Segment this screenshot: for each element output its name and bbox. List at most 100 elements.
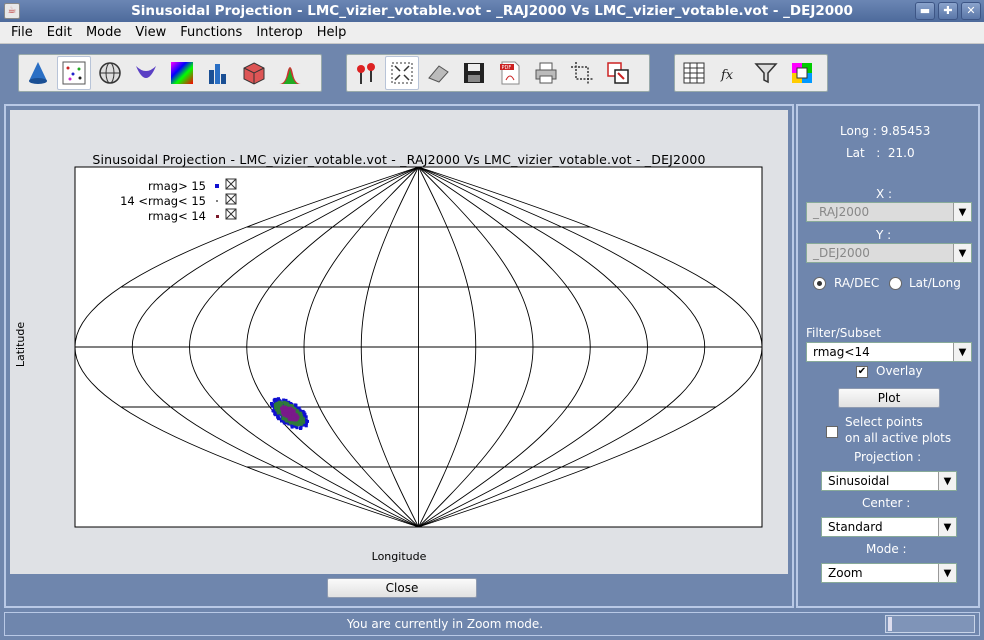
save-icon[interactable]: [457, 56, 491, 90]
projection-select[interactable]: Sinusoidal ▼: [821, 471, 957, 491]
title-bar[interactable]: ☕ Sinusoidal Projection - LMC_vizier_vot…: [0, 0, 984, 22]
distribution-icon[interactable]: [273, 56, 307, 90]
y-label: Y :: [876, 228, 892, 242]
filter-label: Filter/Subset: [806, 326, 881, 340]
filter-icon[interactable]: [749, 56, 783, 90]
mode-select[interactable]: Zoom ▼: [821, 563, 957, 583]
cube-icon[interactable]: [237, 56, 271, 90]
plot-area[interactable]: Sinusoidal Projection - LMC_vizier_votab…: [10, 110, 788, 574]
data-point: [288, 412, 292, 416]
data-point: [283, 401, 287, 405]
radio-radec-label[interactable]: RA/DEC: [834, 276, 879, 290]
scatter-plot-icon[interactable]: [57, 56, 91, 90]
pin-icon[interactable]: [349, 56, 383, 90]
cone-icon[interactable]: [21, 56, 55, 90]
status-progress: [885, 615, 975, 633]
close-bar: Close: [10, 576, 788, 604]
fit-to-window-icon[interactable]: [385, 56, 419, 90]
maximize-icon[interactable]: ✚: [938, 2, 958, 20]
settings-panel: Long : 9.85453 Lat : 21.0 X : _RAJ2000 ▼ …: [796, 104, 980, 608]
radio-latlong-label[interactable]: Lat/Long: [909, 276, 961, 290]
crop-icon[interactable]: [565, 56, 599, 90]
chevron-down-icon[interactable]: ▼: [953, 244, 971, 262]
close-window-icon[interactable]: ✕: [961, 2, 981, 20]
x-column-value: _RAJ2000: [813, 205, 870, 219]
menu-mode[interactable]: Mode: [79, 25, 128, 40]
x-axis-label: Longitude: [371, 550, 427, 563]
plot-button[interactable]: Plot: [838, 388, 940, 408]
y-column-value: _DEJ2000: [813, 246, 870, 260]
toolbar-group-data: fx: [674, 54, 828, 92]
legend-toggle-2[interactable]: [225, 208, 237, 220]
status-bar: You are currently in Zoom mode.: [4, 612, 980, 636]
select-points-label-line2[interactable]: on all active plots: [845, 431, 951, 445]
center-label: Center :: [862, 496, 911, 510]
globe-icon[interactable]: [93, 56, 127, 90]
projection-value: Sinusoidal: [828, 474, 890, 488]
latitude-readout: Lat : 21.0: [846, 146, 915, 160]
legend-toggle-1[interactable]: [225, 193, 237, 205]
data-point: [284, 406, 288, 410]
chevron-down-icon[interactable]: ▼: [938, 518, 956, 536]
menu-bar: File Edit Mode View Functions Interop He…: [0, 22, 984, 44]
legend-toggle-0[interactable]: [225, 178, 237, 190]
data-point: [274, 404, 277, 408]
mode-label: Mode :: [866, 542, 907, 556]
overlay-label[interactable]: Overlay: [876, 364, 923, 378]
filter-subset-select[interactable]: rmag<14 ▼: [806, 342, 972, 362]
data-point: [276, 415, 280, 419]
pdf-icon[interactable]: PDF: [493, 56, 527, 90]
data-point: [291, 415, 295, 419]
legend-marker-1: [216, 200, 218, 202]
toolbar-group-tools: PDF: [346, 54, 650, 92]
toolbar-group-plots: [18, 54, 322, 92]
radio-latlong[interactable]: [889, 277, 902, 290]
chevron-down-icon[interactable]: ▼: [938, 564, 956, 582]
histogram-icon[interactable]: [201, 56, 235, 90]
y-column-select[interactable]: _DEJ2000 ▼: [806, 243, 972, 263]
x-column-select[interactable]: _RAJ2000 ▼: [806, 202, 972, 222]
legend-label-0: rmag> 15: [148, 179, 206, 193]
data-point: [290, 404, 293, 408]
select-points-checkbox[interactable]: [826, 426, 838, 438]
chevron-down-icon[interactable]: ▼: [953, 343, 971, 361]
menu-edit[interactable]: Edit: [40, 25, 79, 40]
function-fx-icon[interactable]: fx: [713, 56, 747, 90]
x-label: X :: [876, 187, 893, 201]
export-icon[interactable]: [601, 56, 635, 90]
sinusoidal-plot[interactable]: rmag> 15 14 <rmag< 15 rmag< 14: [10, 110, 788, 574]
surface-icon[interactable]: [129, 56, 163, 90]
table-icon[interactable]: [677, 56, 711, 90]
menu-functions[interactable]: Functions: [173, 25, 249, 40]
select-points-label-line1[interactable]: Select points: [845, 415, 923, 429]
data-point: [289, 409, 292, 413]
legend-label-2: rmag< 14: [148, 209, 206, 223]
data-point: [283, 409, 287, 412]
center-value: Standard: [828, 520, 883, 534]
java-app-icon[interactable]: ☕: [4, 3, 20, 19]
center-select[interactable]: Standard ▼: [821, 517, 957, 537]
menu-interop[interactable]: Interop: [249, 25, 309, 40]
data-point: [304, 424, 308, 428]
filter-value: rmag<14: [813, 345, 870, 359]
chevron-down-icon[interactable]: ▼: [938, 472, 956, 490]
close-button[interactable]: Close: [327, 578, 477, 598]
radio-radec[interactable]: [813, 277, 826, 290]
density-map-icon[interactable]: [165, 56, 199, 90]
data-point: [288, 417, 292, 421]
legend-marker-2: [216, 215, 219, 218]
minimize-icon[interactable]: ▬: [915, 2, 935, 20]
overlay-checkbox[interactable]: ✔: [856, 366, 868, 378]
colorize-icon[interactable]: [785, 56, 819, 90]
legend-marker-0: [215, 184, 219, 188]
menu-view[interactable]: View: [128, 25, 173, 40]
projection-label: Projection :: [854, 450, 922, 464]
menu-help[interactable]: Help: [310, 25, 354, 40]
print-icon[interactable]: [529, 56, 563, 90]
chevron-down-icon[interactable]: ▼: [953, 203, 971, 221]
data-point: [305, 421, 308, 425]
svg-text:fx: fx: [720, 68, 734, 83]
menu-file[interactable]: File: [4, 25, 40, 40]
longitude-readout: Long : 9.85453: [840, 124, 931, 138]
eraser-icon[interactable]: [421, 56, 455, 90]
